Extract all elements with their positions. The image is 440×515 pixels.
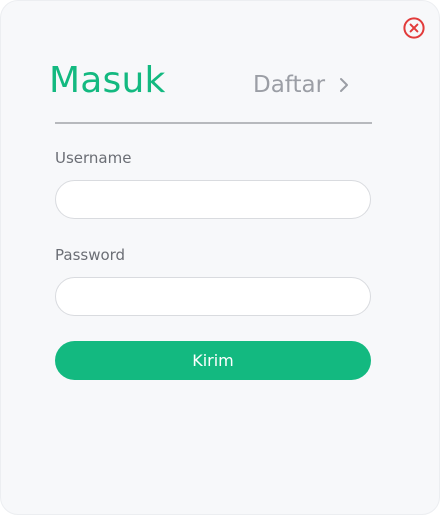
chevron-right-icon [340, 78, 349, 92]
tab-register-label: Daftar [253, 72, 326, 98]
tab-register[interactable]: Daftar [253, 69, 349, 101]
tab-divider [55, 122, 372, 124]
password-label: Password [55, 246, 126, 264]
submit-button[interactable]: Kirim [55, 341, 371, 380]
login-dialog: Masuk Daftar Username Password Kirim [0, 0, 440, 515]
close-button[interactable] [403, 17, 425, 39]
close-circle-icon [403, 17, 425, 39]
username-input[interactable] [55, 180, 371, 219]
password-input[interactable] [55, 277, 371, 316]
tab-login[interactable]: Masuk [49, 59, 166, 103]
username-label: Username [55, 149, 132, 167]
